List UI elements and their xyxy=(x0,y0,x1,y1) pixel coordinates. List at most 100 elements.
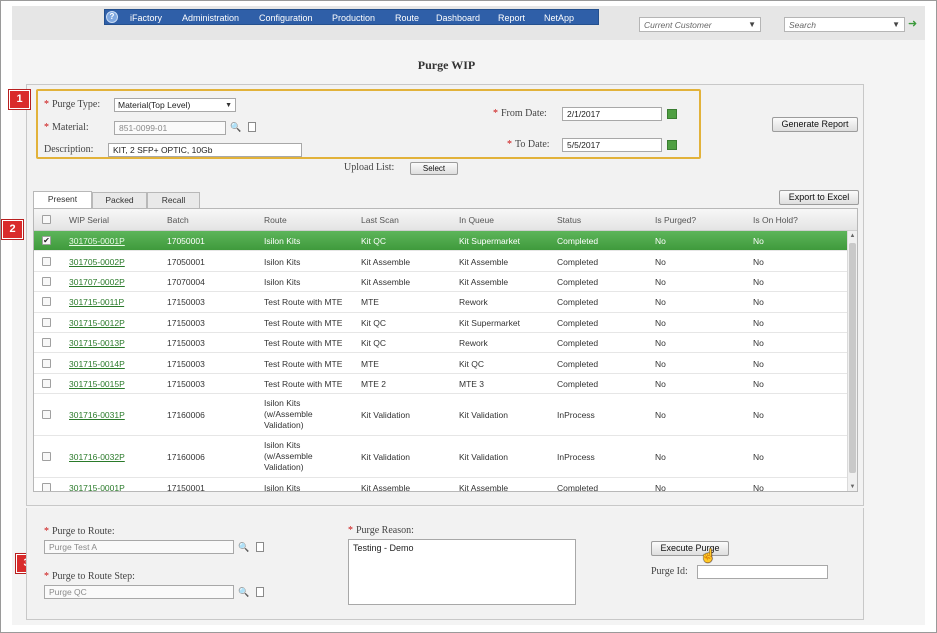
row-checkbox[interactable] xyxy=(42,276,51,286)
nav-item-production[interactable]: Production xyxy=(332,13,375,23)
table-row[interactable]: 301715-0012P 17150003 Test Route with MTE K… xyxy=(34,313,847,333)
nav-item-dashboard[interactable]: Dashboard xyxy=(436,13,480,23)
scroll-down-icon[interactable]: ▼ xyxy=(848,483,857,491)
batch-cell: 17150003 xyxy=(167,358,205,369)
table-row[interactable]: 301715-0015P 17150003 Test Route with MTE M… xyxy=(34,374,847,395)
go-arrow-icon[interactable]: ➜ xyxy=(908,18,917,30)
search-icon[interactable]: 🔍 xyxy=(230,122,241,132)
wip-serial-link[interactable]: 301716-0032P xyxy=(69,452,125,462)
column-header[interactable]: Last Scan xyxy=(361,215,399,225)
grid-scrollbar[interactable]: ▲ ▼ xyxy=(847,231,857,491)
last-scan-cell: MTE xyxy=(361,297,379,308)
wip-serial-link[interactable]: 301715-0015P xyxy=(69,379,125,389)
description-input[interactable]: KIT, 2 SFP+ OPTIC, 10Gb xyxy=(108,143,302,157)
document-icon[interactable] xyxy=(248,122,256,132)
route-cell: Isilon Kits xyxy=(264,483,301,492)
wip-serial-link[interactable]: 301705-0002P xyxy=(69,257,125,267)
table-row[interactable]: 301705-0002P 17050001 Isilon Kits Kit Assem… xyxy=(34,251,847,272)
column-header[interactable]: Status xyxy=(557,215,581,225)
purge-route-input[interactable]: Purge Test A xyxy=(44,540,234,554)
row-checkbox[interactable] xyxy=(42,378,51,388)
is-purged-cell: No xyxy=(655,483,666,492)
calendar-icon[interactable] xyxy=(667,109,677,119)
table-row[interactable]: 301715-0001P 17150001 Isilon Kits Kit Assem… xyxy=(34,478,847,492)
row-checkbox[interactable] xyxy=(42,338,51,348)
purge-reason-textarea[interactable]: Testing - Demo xyxy=(348,539,576,605)
table-row[interactable]: 301707-0002P 17070004 Isilon Kits Kit Assem… xyxy=(34,272,847,293)
search-icon[interactable]: 🔍 xyxy=(238,542,249,552)
scroll-thumb[interactable] xyxy=(849,243,856,473)
wip-serial-link[interactable]: 301715-0011P xyxy=(69,297,124,307)
scroll-up-icon[interactable]: ▲ xyxy=(848,232,857,240)
callout-badge-1: 1 xyxy=(9,90,30,109)
in-queue-cell: Kit Assemble xyxy=(459,256,509,267)
calendar-icon[interactable] xyxy=(667,140,677,150)
purge-type-select[interactable]: Material(Top Level) ▼ xyxy=(114,98,236,112)
select-all-checkbox[interactable] xyxy=(42,215,51,224)
search-input[interactable]: Search ▼ xyxy=(784,17,905,32)
nav-item-administration[interactable]: Administration xyxy=(182,13,239,23)
row-checkbox[interactable] xyxy=(42,256,51,266)
nav-item-route[interactable]: Route xyxy=(395,13,419,23)
table-row[interactable]: 301716-0032P 17160006 Isilon Kits (w/Assemb… xyxy=(34,436,847,479)
nav-item-netapp[interactable]: NetApp xyxy=(544,13,574,23)
purge-id-input[interactable] xyxy=(697,565,828,579)
is-purged-cell: No xyxy=(655,256,666,267)
column-header[interactable]: WIP Serial xyxy=(69,215,109,225)
in-queue-cell: MTE 3 xyxy=(459,378,485,389)
row-checkbox[interactable] xyxy=(42,410,51,420)
table-row[interactable]: 301715-0013P 17150003 Test Route with MTE K… xyxy=(34,333,847,354)
info-icon[interactable]: ? xyxy=(106,11,118,23)
row-checkbox[interactable]: ✔ xyxy=(42,236,51,246)
wip-serial-link[interactable]: 301705-0001P xyxy=(69,236,125,246)
from-date-input[interactable]: 2/1/2017 xyxy=(562,107,662,121)
nav-item-report[interactable]: Report xyxy=(498,13,525,23)
column-header[interactable]: Batch xyxy=(167,215,189,225)
row-checkbox[interactable] xyxy=(42,297,51,307)
to-date-input[interactable]: 5/5/2017 xyxy=(562,138,662,152)
table-row[interactable]: 301716-0031P 17160006 Isilon Kits (w/Assemb… xyxy=(34,394,847,437)
tab-packed[interactable]: Packed xyxy=(92,192,147,208)
execute-purge-button[interactable]: Execute Purge xyxy=(651,541,729,556)
row-checkbox[interactable] xyxy=(42,358,51,368)
wip-serial-link[interactable]: 301715-0013P xyxy=(69,338,125,348)
wip-serial-link[interactable]: 301715-0001P xyxy=(69,483,125,491)
row-checkbox[interactable] xyxy=(42,317,51,327)
route-cell: Isilon Kits (w/Assemble Validation) xyxy=(264,398,313,431)
route-line: Validation) xyxy=(264,462,304,473)
row-checkbox[interactable] xyxy=(42,483,51,491)
generate-report-button[interactable]: Generate Report xyxy=(772,117,858,132)
table-row[interactable]: 301715-0014P 17150003 Test Route with MTE M… xyxy=(34,353,847,374)
last-scan-cell: Kit QC xyxy=(361,338,387,349)
select-button[interactable]: Select xyxy=(410,162,458,175)
is-on-hold-cell: No xyxy=(753,452,764,463)
export-excel-button[interactable]: Export to Excel xyxy=(779,190,859,205)
nav-item-configuration[interactable]: Configuration xyxy=(259,13,313,23)
wip-serial-link[interactable]: 301716-0031P xyxy=(69,410,125,420)
wip-serial-link[interactable]: 301715-0014P xyxy=(69,359,125,369)
is-on-hold-cell: No xyxy=(753,483,764,492)
column-header[interactable]: Route xyxy=(264,215,287,225)
document-icon[interactable] xyxy=(256,542,264,552)
tab-recall[interactable]: Recall xyxy=(147,192,200,208)
nav-item-ifactory[interactable]: iFactory xyxy=(130,13,162,23)
purge-step-input[interactable]: Purge QC xyxy=(44,585,234,599)
search-icon[interactable]: 🔍 xyxy=(238,587,249,597)
table-row[interactable]: 301715-0011P 17150003 Test Route with MTE M… xyxy=(34,292,847,313)
row-checkbox[interactable] xyxy=(42,452,51,462)
column-header[interactable]: In Queue xyxy=(459,215,494,225)
table-row[interactable]: ✔ 301705-0001P 17050001 Isilon Kits Kit QC Ki… xyxy=(34,231,847,252)
column-header[interactable]: Is Purged? xyxy=(655,215,696,225)
last-scan-cell: MTE 2 xyxy=(361,378,387,389)
batch-cell: 17050001 xyxy=(167,236,205,247)
is-on-hold-cell: No xyxy=(753,256,764,267)
wip-serial-link[interactable]: 301707-0002P xyxy=(69,277,125,287)
tab-present[interactable]: Present xyxy=(33,191,92,209)
wip-serial-link[interactable]: 301715-0012P xyxy=(69,318,125,328)
route-line: (w/Assemble xyxy=(264,409,313,420)
material-input[interactable]: 851-0099-01 xyxy=(114,121,226,135)
route-cell: Isilon Kits xyxy=(264,256,301,267)
column-header[interactable]: Is On Hold? xyxy=(753,215,798,225)
customer-select[interactable]: Current Customer ▼ xyxy=(639,17,761,32)
document-icon[interactable] xyxy=(256,587,264,597)
